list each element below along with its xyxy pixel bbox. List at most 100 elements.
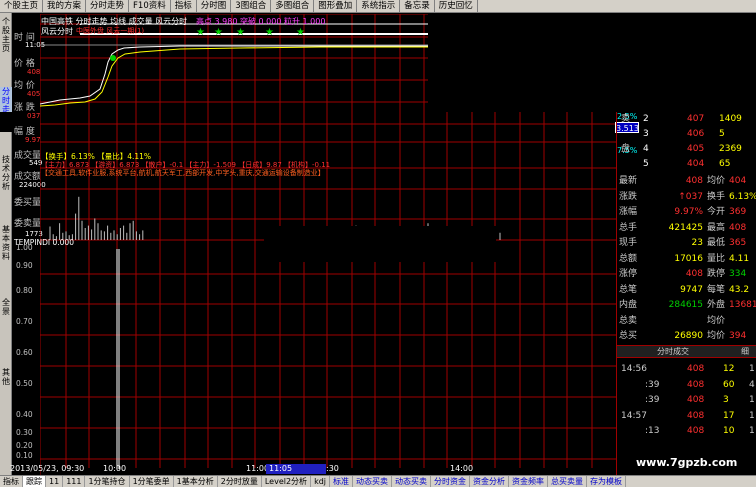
ask-price: 406: [687, 129, 705, 139]
quote-value: 408: [729, 222, 747, 233]
quote-label: 最低: [707, 238, 726, 248]
bottom-tab[interactable]: 指标: [0, 476, 23, 487]
quote-label: 均价: [707, 315, 726, 326]
quote-row: 涨跌 ↑037 换手 6.13%: [617, 190, 756, 204]
indicator-line-3: 【交通工具,软件业服,系统平台,航机,航天军工,西部开发,中字头,重庆,交通运输…: [41, 169, 325, 177]
quote-label: 最高: [707, 222, 726, 233]
trade-price: 408: [687, 364, 705, 374]
bottom-tab[interactable]: 跟踪: [23, 476, 46, 487]
quote-label: 现手: [619, 238, 638, 248]
toolbar-indicator[interactable]: 指标: [171, 0, 197, 13]
bottom-tab[interactable]: 1分笔持仓: [85, 476, 130, 487]
quote-row: 总手 421425 最高 408: [617, 221, 756, 235]
toolbar-my-plan[interactable]: 我的方案: [43, 0, 87, 13]
tab-trades[interactable]: 分时成交: [657, 346, 689, 358]
trade-row: 14:56 408 12 1: [617, 362, 756, 376]
left-tab-other[interactable]: 其他: [0, 368, 12, 386]
star-icon: ★: [296, 27, 305, 38]
trade-count: 1: [749, 364, 755, 374]
toolbar-intraday-chart[interactable]: 分时图: [197, 0, 232, 13]
bottom-tab[interactable]: 分时资金: [431, 476, 470, 487]
trade-price: 408: [687, 395, 705, 405]
quote-label: 涨停: [619, 269, 638, 279]
bottom-tab[interactable]: Level2分析: [262, 476, 312, 487]
chart-subheader: 风云分时: [41, 27, 73, 36]
left-tab-home[interactable]: 个股主页: [0, 17, 12, 53]
toolbar-memo[interactable]: 备忘录: [400, 0, 435, 13]
lower-y-tick: 0.90: [16, 261, 33, 270]
time-axis-cursor: 11:05: [266, 464, 326, 474]
left-tab-technical[interactable]: 技术分析: [0, 155, 12, 191]
bottom-tab[interactable]: 总买卖量: [548, 476, 587, 487]
bottom-tab[interactable]: 2分时放量: [218, 476, 262, 487]
quote-value: 136810: [729, 300, 756, 310]
ask-volume: 1409: [719, 114, 742, 124]
trade-time: :39: [645, 395, 660, 405]
bottom-tab[interactable]: 1分笔委单: [130, 476, 174, 487]
ask-side-label: 卖: [621, 114, 631, 124]
chart-subheader-2: 中医外盘 风云一期(1): [76, 27, 145, 35]
trade-tabs: 分时成交 细: [617, 345, 756, 358]
toolbar-overlay[interactable]: 图形叠加: [314, 0, 358, 13]
bottom-tab[interactable]: 11: [46, 476, 64, 487]
toolbar-intraday[interactable]: 分时走势: [86, 0, 130, 13]
lower-y-tick: 0.40: [16, 410, 33, 419]
quote-row: 涨幅 9.97% 今开 369: [617, 205, 756, 219]
quote-value: 365: [729, 238, 747, 248]
ask-row: 盘 4 405 2369: [617, 142, 756, 156]
toolbar-history[interactable]: 历史回忆: [435, 0, 478, 13]
trade-count: 4: [749, 379, 755, 390]
bottom-tab[interactable]: 存为模板: [587, 476, 626, 487]
ask-level: 2: [643, 114, 649, 124]
lower-y-tick: 0.20: [16, 441, 33, 450]
ask-price: 405: [687, 144, 705, 154]
bottom-tab[interactable]: 动态买卖: [353, 476, 392, 487]
bottom-tab[interactable]: 标准: [330, 476, 353, 487]
quote-value: 369: [729, 207, 747, 217]
avg-price-line: [40, 46, 428, 107]
quote-value: 6.13%: [729, 191, 756, 202]
bottom-tab[interactable]: 资金频率: [509, 476, 548, 487]
trade-price: 408: [687, 379, 705, 390]
ask-price: 407: [687, 114, 705, 124]
quote-label: 涨跌: [619, 191, 638, 202]
quote-label: 涨幅: [619, 207, 638, 217]
left-tab-basic[interactable]: 基本资料: [0, 225, 12, 261]
ask-volume-label: 委卖量: [14, 219, 42, 229]
bottom-tab[interactable]: kdj: [311, 476, 330, 487]
ask-level: 3: [643, 129, 649, 139]
bottom-tab[interactable]: 资金分析: [470, 476, 509, 487]
quote-row: 涨停 408 跌停 334: [617, 267, 756, 281]
quote-label: 最新: [619, 176, 638, 186]
quote-label: 均价: [707, 331, 726, 341]
left-tab-panorama[interactable]: 全景: [0, 298, 12, 316]
bottom-tab[interactable]: 111: [63, 476, 86, 487]
quote-row: 总买 26890 均价 394: [617, 329, 756, 343]
trade-row: :39 408 60 4: [617, 378, 756, 392]
quote-value: 23: [691, 238, 703, 248]
tab-detail[interactable]: 细: [741, 346, 749, 358]
bottom-tab[interactable]: 1基本分析: [174, 476, 218, 487]
lower-y-tick: 0.10: [16, 451, 33, 460]
toolbar-system-hint[interactable]: 系统指示: [357, 0, 401, 13]
time-axis-1000: 10:00: [103, 464, 127, 473]
change-value: 037: [27, 112, 41, 120]
lower-y-tick: 1.00: [16, 243, 33, 252]
quote-panel: 卖 2 407 1409 3 406 5 盘 4 405 2369 5 404 65 最新 408 均价 404…: [616, 112, 756, 475]
toolbar-3-chart[interactable]: 3图组合: [231, 0, 272, 13]
quote-value: ↑037: [678, 191, 703, 202]
quote-label: 总额: [619, 253, 638, 264]
trade-row: :39 408 3 1: [617, 393, 756, 407]
trade-count: 1: [749, 410, 755, 421]
toolbar-f10[interactable]: F10资料: [129, 0, 171, 13]
quote-label: 外盘: [707, 300, 726, 310]
toolbar-home[interactable]: 个股主页: [0, 0, 44, 13]
quote-value: 9747: [680, 284, 703, 295]
quote-value: 408: [685, 269, 703, 279]
chart-header-extra: 高点 3.980 突破 0.000 粒升 1.000: [196, 17, 326, 26]
quote-label: 总手: [619, 222, 638, 233]
bottom-tab[interactable]: 动态买卖: [392, 476, 431, 487]
trade-volume: 3: [723, 395, 729, 405]
avg-value: 405: [27, 90, 41, 98]
toolbar-multi-chart[interactable]: 多图组合: [271, 0, 315, 13]
